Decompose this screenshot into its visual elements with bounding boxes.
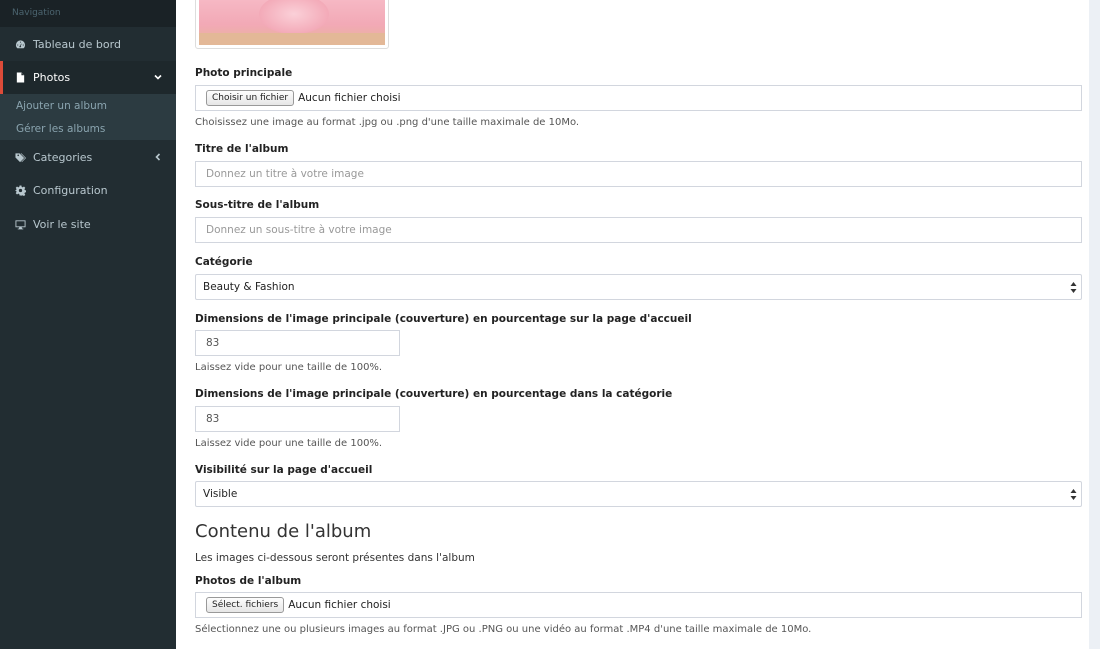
visibility-label: Visibilité sur la page d'accueil [195, 464, 373, 476]
select-arrows-icon [1070, 488, 1077, 501]
sidebar: Navigation Tableau de bord Photos Ajoute… [0, 0, 176, 649]
sidebar-item-view-site[interactable]: Voir le site [0, 208, 176, 241]
sidebar-item-label: Tableau de bord [33, 38, 121, 51]
category-selected: Beauty & Fashion [203, 281, 295, 293]
main-photo-help: Choisissez une image au format .jpg ou .… [195, 117, 580, 128]
album-photos-help: Sélectionnez une ou plusieurs images au … [195, 624, 812, 635]
photo-thumbnail [199, 0, 385, 45]
sidebar-item-label: Categories [33, 151, 93, 164]
desktop-icon [14, 219, 26, 231]
main-photo-preview [195, 0, 389, 49]
sidebar-item-label: Configuration [33, 184, 108, 197]
sidebar-item-configuration[interactable]: Configuration [0, 174, 176, 207]
sidebar-item-label: Voir le site [33, 218, 91, 231]
gear-icon [14, 185, 26, 197]
album-photos-file-input[interactable]: Sélect. fichiers Aucun fichier choisi [195, 592, 1082, 618]
visibility-select[interactable]: Visible [195, 481, 1082, 507]
main-photo-label: Photo principale [195, 67, 293, 79]
sidebar-item-dashboard[interactable]: Tableau de bord [0, 28, 176, 61]
size-category-label: Dimensions de l'image principale (couver… [195, 388, 673, 400]
album-title-input[interactable]: Donnez un titre à votre image [195, 161, 1082, 187]
main-photo-file-input[interactable]: Choisir un fichier Aucun fichier choisi [195, 85, 1082, 111]
dashboard-icon [14, 39, 26, 51]
album-subtitle-input[interactable]: Donnez un sous-titre à votre image [195, 217, 1082, 243]
album-content-heading: Contenu de l'album [195, 521, 372, 542]
select-arrows-icon [1070, 281, 1077, 294]
file-status: Aucun fichier choisi [298, 92, 401, 104]
page-background-strip [1089, 0, 1100, 649]
file-status: Aucun fichier choisi [288, 599, 391, 611]
visibility-selected: Visible [203, 488, 238, 500]
file-icon [14, 72, 26, 84]
submenu-item-manage-albums[interactable]: Gérer les albums [16, 123, 105, 135]
album-photos-label: Photos de l'album [195, 575, 302, 587]
category-label: Catégorie [195, 256, 253, 268]
size-home-label: Dimensions de l'image principale (couver… [195, 313, 692, 325]
submenu-item-add-album[interactable]: Ajouter un album [16, 100, 107, 112]
chevron-left-icon [153, 152, 163, 162]
size-category-input[interactable]: 83 [195, 406, 400, 432]
sidebar-item-label: Photos [33, 71, 71, 84]
chevron-down-icon [153, 72, 163, 82]
tags-icon [14, 152, 26, 164]
choose-file-button[interactable]: Choisir un fichier [206, 90, 295, 106]
size-home-input[interactable]: 83 [195, 330, 400, 356]
sidebar-item-categories[interactable]: Categories [0, 141, 176, 174]
category-select[interactable]: Beauty & Fashion [195, 274, 1082, 300]
album-content-description: Les images ci-dessous seront présentes d… [195, 552, 475, 564]
main-content: Photo principale Choisir un fichier Aucu… [176, 0, 1089, 649]
photos-submenu: Ajouter un album Gérer les albums [0, 94, 176, 140]
nav-header: Navigation [0, 0, 176, 27]
album-subtitle-label: Sous-titre de l'album [195, 199, 320, 211]
select-files-button[interactable]: Sélect. fichiers [206, 597, 285, 613]
sidebar-item-photos[interactable]: Photos [0, 61, 176, 94]
size-home-help: Laissez vide pour une taille de 100%. [195, 362, 383, 373]
album-title-label: Titre de l'album [195, 143, 289, 155]
size-category-help: Laissez vide pour une taille de 100%. [195, 438, 383, 449]
